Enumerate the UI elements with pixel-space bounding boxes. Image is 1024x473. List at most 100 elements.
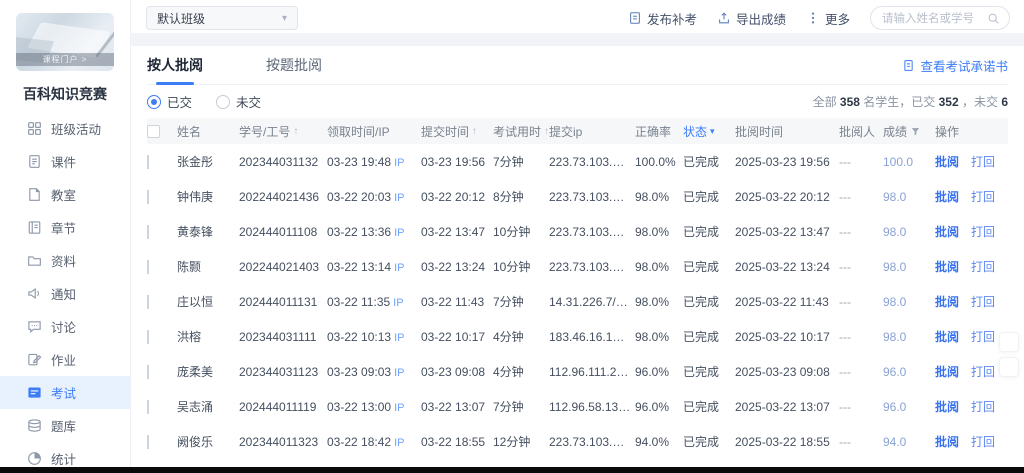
courseware-icon <box>27 154 42 169</box>
float-widget-button[interactable] <box>999 357 1019 377</box>
sidebar-item-classroom[interactable]: 教室 <box>0 178 130 211</box>
sidebar-item-chapter[interactable]: 章节 <box>0 211 130 244</box>
reject-link[interactable]: 打回 <box>971 188 995 205</box>
radio-submitted[interactable]: 已交 <box>147 92 192 111</box>
ip-link[interactable]: IP <box>393 297 403 309</box>
student-id: 202244021436 <box>239 190 327 204</box>
sidebar-item-class-activity[interactable]: 班级活动 <box>0 112 130 145</box>
chevron-down-icon[interactable]: ▾ <box>710 126 715 137</box>
score: 94.0 <box>883 435 935 449</box>
sidebar-item-label: 资料 <box>51 251 76 270</box>
view-commitment-label: 查看考试承诺书 <box>920 56 1008 75</box>
tab-review-by-person[interactable]: 按人批阅 <box>147 46 203 84</box>
submit-ip: 183.46.16.165/... <box>549 330 635 344</box>
col-header-name: 姓名 <box>177 123 239 140</box>
col-header-label: 批阅时间 <box>735 123 783 140</box>
radio-unsubmitted[interactable]: 未交 <box>216 92 261 111</box>
col-header-label: 状态 <box>683 123 707 140</box>
sidebar-item-courseware[interactable]: 课件 <box>0 145 130 178</box>
score: 96.0 <box>883 365 935 379</box>
review-link[interactable]: 批阅 <box>935 258 959 275</box>
review-link[interactable]: 批阅 <box>935 188 959 205</box>
reject-link[interactable]: 打回 <box>971 398 995 415</box>
reject-link[interactable]: 打回 <box>971 258 995 275</box>
review-link[interactable]: 批阅 <box>935 153 959 170</box>
radio-submitted-label: 已交 <box>167 92 192 111</box>
reject-link[interactable]: 打回 <box>971 153 995 170</box>
sidebar-item-label: 讨论 <box>51 317 76 336</box>
col-header-submit[interactable]: 提交时间↑ <box>421 123 493 140</box>
tab-review-by-question[interactable]: 按题批阅 <box>266 46 322 84</box>
col-header-label: 学号/工号 <box>239 123 290 140</box>
float-widget-button[interactable] <box>999 332 1019 352</box>
chapter-icon <box>27 220 42 235</box>
score: 98.0 <box>883 260 935 274</box>
ip-link[interactable]: IP <box>394 332 404 344</box>
ip-link[interactable]: IP <box>394 367 404 379</box>
search-input[interactable]: 请输入姓名或学号 <box>870 6 1010 30</box>
reject-link[interactable]: 打回 <box>971 293 995 310</box>
radio-submitted-control[interactable] <box>147 95 161 109</box>
select-all-checkbox[interactable] <box>147 125 160 138</box>
review-link[interactable]: 批阅 <box>935 223 959 240</box>
ip-link[interactable]: IP <box>394 437 404 449</box>
sidebar-item-discussion[interactable]: 讨论 <box>0 310 130 343</box>
export-grades-label: 导出成绩 <box>736 9 786 28</box>
row-checkbox[interactable] <box>147 190 149 204</box>
ip-link[interactable]: IP <box>394 192 404 204</box>
row-checkbox[interactable] <box>147 330 149 344</box>
col-header-label: 操作 <box>935 123 959 140</box>
row-checkbox[interactable] <box>147 435 149 449</box>
radio-unsubmitted-control[interactable] <box>216 95 230 109</box>
accuracy: 98.0% <box>635 225 683 239</box>
col-header-score[interactable]: 成绩 <box>883 123 935 140</box>
filter-icon[interactable] <box>910 126 921 137</box>
ip-link[interactable]: IP <box>394 262 404 274</box>
reject-link[interactable]: 打回 <box>971 328 995 345</box>
col-header-id[interactable]: 学号/工号↑ <box>239 123 327 140</box>
sidebar-item-question-bank[interactable]: 题库 <box>0 409 130 442</box>
receive-time: 03-23 09:03 <box>327 365 391 379</box>
view-commitment-link[interactable]: 查看考试承诺书 <box>902 56 1008 75</box>
publish-makeup-button[interactable]: 发布补考 <box>628 9 697 28</box>
export-grades-button[interactable]: 导出成绩 <box>717 9 786 28</box>
reject-link[interactable]: 打回 <box>971 223 995 240</box>
col-header-duration[interactable]: 考试用时↑ <box>493 123 549 140</box>
col-header-review_time: 批阅时间 <box>735 123 839 140</box>
sidebar-item-materials[interactable]: 资料 <box>0 244 130 277</box>
row-actions: 批阅打回 <box>935 363 1008 380</box>
ip-link[interactable]: IP <box>394 402 404 414</box>
review-time: 2025-03-22 20:12 <box>735 190 839 204</box>
row-checkbox[interactable] <box>147 295 149 309</box>
ip-link[interactable]: IP <box>394 157 404 169</box>
sidebar-item-homework[interactable]: 作业 <box>0 343 130 376</box>
review-time: 2025-03-22 10:17 <box>735 330 839 344</box>
reviewer: --- <box>839 295 883 309</box>
student-name: 庄以恒 <box>177 293 239 310</box>
col-header-ops: 操作 <box>935 123 1008 140</box>
row-checkbox[interactable] <box>147 260 149 274</box>
review-link[interactable]: 批阅 <box>935 328 959 345</box>
row-checkbox[interactable] <box>147 365 149 379</box>
sidebar-item-exam[interactable]: 考试 <box>0 376 130 409</box>
topbar-actions: 发布补考 导出成绩 更多 请输入姓名或学号 <box>628 6 1010 30</box>
row-checkbox[interactable] <box>147 225 149 239</box>
reject-link[interactable]: 打回 <box>971 363 995 380</box>
review-link[interactable]: 批阅 <box>935 293 959 310</box>
col-header-status[interactable]: 状态▾ <box>683 123 735 140</box>
student-name: 阙俊乐 <box>177 433 239 450</box>
student-count-summary: 全部 358 名学生，已交 352 ，未交 6 <box>813 93 1008 110</box>
more-button[interactable]: 更多 <box>806 9 850 28</box>
course-cover-image[interactable]: 课程门户 > <box>16 13 114 71</box>
sort-icon[interactable]: ↑ <box>293 126 298 137</box>
sidebar-item-notice[interactable]: 通知 <box>0 277 130 310</box>
review-link[interactable]: 批阅 <box>935 398 959 415</box>
class-selector-dropdown[interactable]: 默认班级 ▾ <box>146 6 298 30</box>
review-link[interactable]: 批阅 <box>935 433 959 450</box>
ip-link[interactable]: IP <box>394 227 404 239</box>
reject-link[interactable]: 打回 <box>971 433 995 450</box>
row-checkbox[interactable] <box>147 155 149 169</box>
row-checkbox[interactable] <box>147 400 149 414</box>
review-link[interactable]: 批阅 <box>935 363 959 380</box>
sort-icon[interactable]: ↑ <box>472 126 477 137</box>
